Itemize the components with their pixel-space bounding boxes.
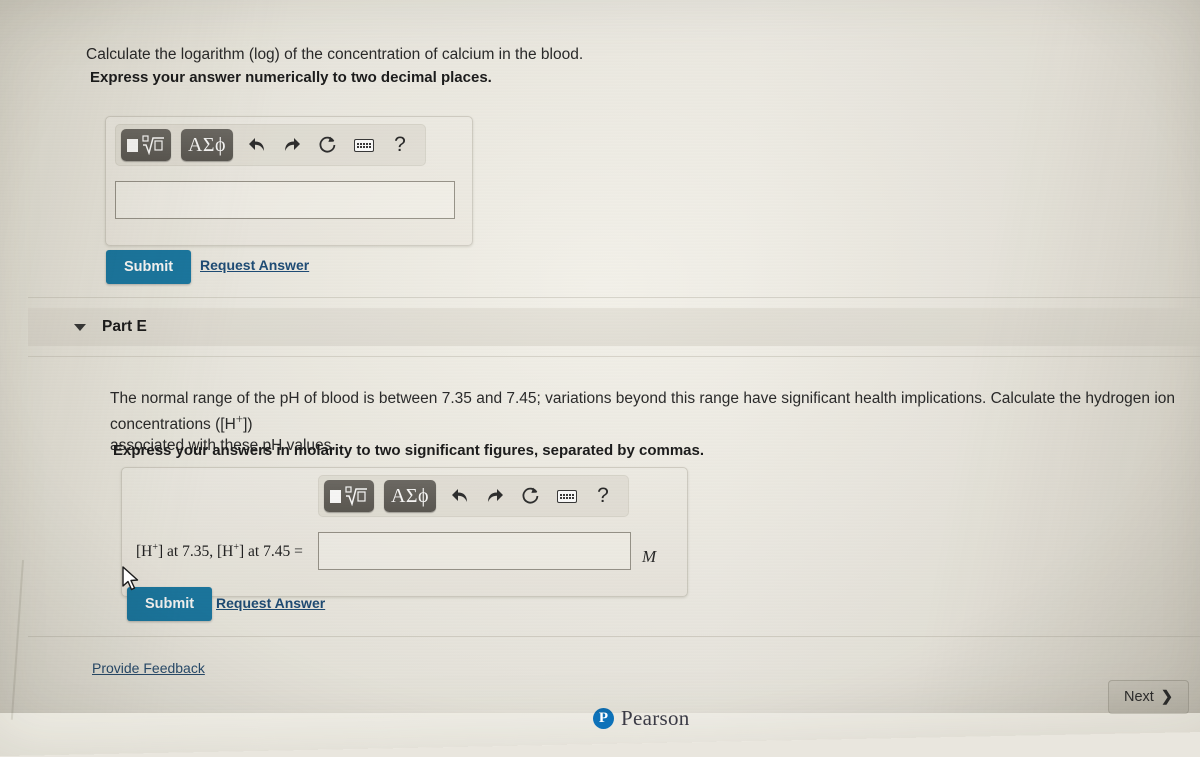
- field-label-c: ] at 7.45 =: [238, 543, 303, 561]
- caret-down-icon[interactable]: [74, 323, 86, 331]
- chevron-right-icon: ❯: [1160, 689, 1174, 705]
- keyboard-icon[interactable]: [554, 483, 580, 509]
- part-d-request-answer-link[interactable]: Request Answer: [200, 257, 309, 273]
- next-button[interactable]: Next ❯: [1108, 680, 1190, 714]
- reset-circular-arrow-icon[interactable]: [315, 132, 341, 158]
- part-d-toolbar: ΑΣϕ ?: [115, 124, 426, 166]
- undo-arrow-icon[interactable]: [243, 132, 269, 158]
- part-e-question-line1: The normal range of the pH of blood is b…: [110, 390, 1176, 434]
- help-button[interactable]: ?: [590, 483, 616, 509]
- help-button[interactable]: ?: [387, 132, 413, 158]
- part-e-question-line1-end: ]): [243, 416, 253, 434]
- part-e-answer-input[interactable]: [318, 532, 631, 570]
- section-divider-top: [28, 297, 1200, 298]
- provide-feedback-link[interactable]: Provide Feedback: [92, 660, 205, 676]
- part-d-question: Calculate the logarithm (log) of the con…: [86, 46, 584, 63]
- section-divider-bottom: [28, 636, 1200, 637]
- redo-arrow-icon[interactable]: [482, 483, 508, 509]
- part-e-submit-button[interactable]: Submit: [127, 587, 213, 621]
- page-content: Calculate the logarithm (log) of the con…: [28, 16, 1200, 731]
- keyboard-icon[interactable]: [351, 132, 377, 158]
- undo-arrow-icon[interactable]: [446, 483, 472, 509]
- part-d-answer-input[interactable]: [115, 181, 455, 219]
- field-label-a: [H: [136, 543, 153, 561]
- section-divider-parte: [28, 356, 1200, 357]
- part-d-instruction: Express your answer numerically to two d…: [90, 69, 492, 86]
- part-d-answer-panel: ΑΣϕ ?: [105, 116, 473, 246]
- next-label: Next: [1124, 689, 1154, 705]
- math-template-button[interactable]: [121, 129, 171, 161]
- part-e-field-label: [H+] at 7.35, [H+] at 7.45 =: [136, 542, 303, 561]
- part-e-unit-label: M: [642, 547, 657, 566]
- part-e-request-answer-link[interactable]: Request Answer: [216, 595, 325, 611]
- part-d-submit-button[interactable]: Submit: [106, 250, 192, 284]
- greek-letters-button[interactable]: ΑΣϕ: [181, 129, 233, 161]
- pearson-p-icon: P: [593, 708, 614, 729]
- pearson-logo: P Pearson: [593, 706, 690, 731]
- pearson-wordmark: Pearson: [621, 706, 690, 730]
- math-template-button[interactable]: [324, 480, 374, 512]
- part-e-toolbar: ΑΣϕ ?: [318, 475, 629, 517]
- nth-root-icon: [141, 135, 165, 156]
- field-label-b: ] at 7.35, [H: [158, 543, 234, 561]
- part-e-header[interactable]: Part E: [28, 308, 1200, 346]
- redo-arrow-icon[interactable]: [279, 132, 305, 158]
- part-e-instruction: Express your answers in molarity to two …: [113, 442, 705, 459]
- filled-square-icon: [330, 489, 341, 503]
- greek-letters-button[interactable]: ΑΣϕ: [384, 480, 436, 512]
- part-e-question-sup: +: [235, 410, 244, 426]
- filled-square-icon: [127, 138, 138, 152]
- part-e-answer-panel: ΑΣϕ ? [H+] at 7.35, [H+] at 7.45 =: [121, 467, 688, 597]
- reset-circular-arrow-icon[interactable]: [518, 483, 544, 509]
- part-e-title: Part E: [102, 318, 147, 335]
- nth-root-icon: [344, 486, 368, 507]
